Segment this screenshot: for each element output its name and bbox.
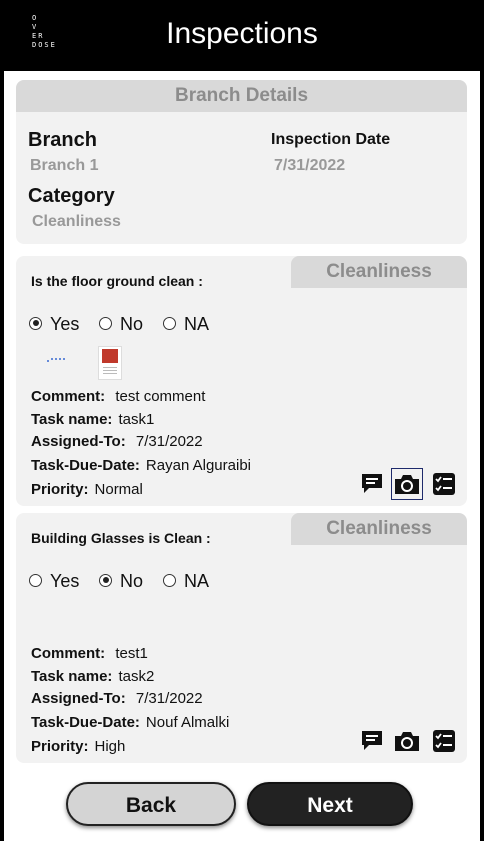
checklist-button[interactable] xyxy=(428,468,460,500)
attachment-loading-thumbnail[interactable] xyxy=(46,353,68,365)
priority-row: Priority: Normal xyxy=(31,481,143,498)
comment-row: Comment: test1 xyxy=(31,645,148,662)
priority-row: Priority: High xyxy=(31,738,126,755)
next-button[interactable]: Next xyxy=(247,782,413,826)
checklist-icon xyxy=(433,730,455,752)
back-button[interactable]: Back xyxy=(66,782,236,826)
question-actions xyxy=(356,725,460,757)
camera-icon xyxy=(395,475,419,494)
inspection-date-label: Inspection Date xyxy=(271,131,391,148)
answer-na-option[interactable]: NA xyxy=(163,569,209,593)
branch-label: Branch xyxy=(28,129,97,151)
question-category-badge: Cleanliness xyxy=(291,256,467,288)
comment-icon xyxy=(362,474,382,493)
question-card: Cleanliness Building Glasses is Clean : … xyxy=(16,513,467,763)
assigned-to-row: Assigned-To: 7/31/2022 xyxy=(31,433,203,450)
question-category-badge: Cleanliness xyxy=(291,513,467,545)
branch-details-heading: Branch Details xyxy=(16,80,467,112)
checklist-button[interactable] xyxy=(428,725,460,757)
answer-no-option[interactable]: No xyxy=(99,569,143,593)
app-header: O V ER DOSE Inspections xyxy=(4,0,480,71)
task-due-date-row: Task-Due-Date: Rayan Alguraibi xyxy=(31,457,251,474)
comment-row: Comment: test comment xyxy=(31,388,206,405)
inspection-date-value: 7/31/2022 xyxy=(274,157,346,174)
task-name-row: Task name: task2 xyxy=(31,668,155,685)
frame-border-right xyxy=(480,0,484,841)
camera-button[interactable] xyxy=(391,468,423,500)
branch-details-card: Branch Details Branch Branch 1 Inspectio… xyxy=(16,80,467,244)
radio-unselected-icon[interactable] xyxy=(29,573,42,587)
comment-icon xyxy=(362,731,382,750)
comment-button[interactable] xyxy=(356,468,388,500)
frame-border-left xyxy=(0,0,4,841)
task-name-row: Task name: task1 xyxy=(31,411,155,428)
attachment-document-thumbnail[interactable] xyxy=(98,346,122,380)
question-text: Building Glasses is Clean : xyxy=(31,530,211,546)
page-title: Inspections xyxy=(166,17,318,50)
camera-button[interactable] xyxy=(391,725,423,757)
question-text: Is the floor ground clean : xyxy=(31,273,203,289)
radio-unselected-icon[interactable] xyxy=(163,316,176,330)
answer-na-option[interactable]: NA xyxy=(163,312,209,336)
comment-button[interactable] xyxy=(356,725,388,757)
category-label: Category xyxy=(28,185,115,207)
checklist-icon xyxy=(433,473,455,495)
radio-unselected-icon[interactable] xyxy=(99,316,112,330)
task-due-date-row: Task-Due-Date: Nouf Almalki xyxy=(31,714,230,731)
answer-no-option[interactable]: No xyxy=(99,312,143,336)
question-card: Cleanliness Is the floor ground clean : … xyxy=(16,256,467,506)
question-actions xyxy=(356,468,460,500)
radio-selected-icon[interactable] xyxy=(99,573,112,587)
answer-yes-option[interactable]: Yes xyxy=(29,312,79,336)
camera-icon xyxy=(395,732,419,751)
category-value: Cleanliness xyxy=(32,213,121,230)
radio-selected-icon[interactable] xyxy=(29,316,42,330)
radio-unselected-icon[interactable] xyxy=(163,573,176,587)
assigned-to-row: Assigned-To: 7/31/2022 xyxy=(31,690,203,707)
answer-yes-option[interactable]: Yes xyxy=(29,569,79,593)
branch-value: Branch 1 xyxy=(30,157,99,174)
